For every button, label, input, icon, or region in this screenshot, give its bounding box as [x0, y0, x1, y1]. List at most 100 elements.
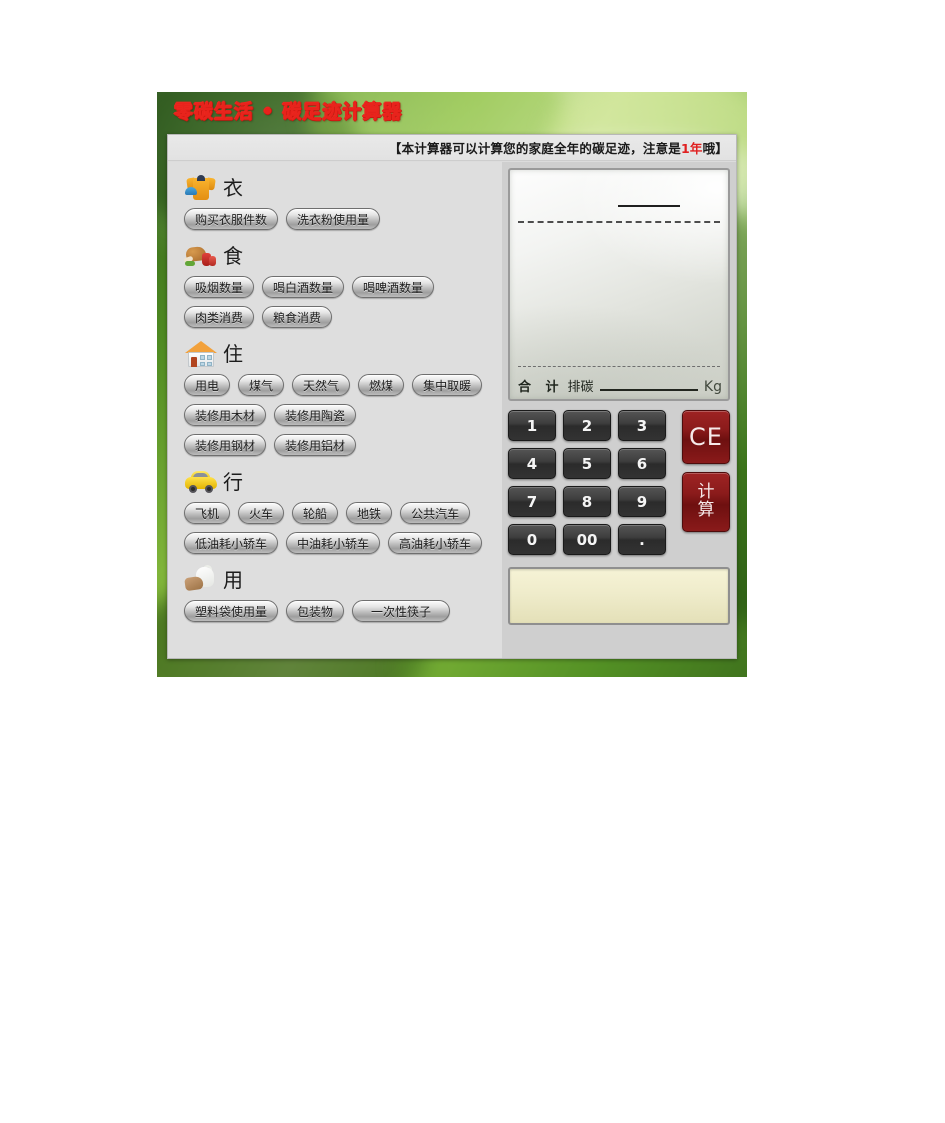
category-button[interactable]: 装修用陶瓷 [274, 404, 357, 426]
notice-prefix: 【本计算器可以计算您的家庭全年的碳足迹，注意是 [388, 141, 681, 156]
total-value [599, 378, 698, 391]
button-row: 飞机 火车 轮船 地铁 公共汽车 [184, 502, 502, 524]
section-title-usage: 用 [223, 568, 243, 592]
key-00[interactable]: 00 [563, 524, 611, 555]
content-frame: 【本计算器可以计算您的家庭全年的碳足迹，注意是1年哦】 衣购买衣服件数 洗衣粉使用… [167, 134, 737, 659]
food-icon-part [209, 256, 216, 266]
notice-suffix: 哦】 [702, 141, 728, 156]
house-icon-part [200, 362, 205, 366]
total-row: 合 计 排碳 Kg [518, 376, 722, 395]
section-title-food: 食 [223, 244, 243, 268]
category-button[interactable]: 用电 [184, 374, 231, 396]
category-panel: 衣购买衣服件数 洗衣粉使用量食吸烟数量 喝白酒数量 喝啤酒数量 肉类消费 粮食消费住用电煤… [168, 162, 502, 658]
category-button[interactable]: 包装物 [286, 600, 345, 622]
category-button[interactable]: 装修用铝材 [274, 434, 357, 456]
key-7[interactable]: 7 [508, 486, 556, 517]
page-title: 零碳生活 • 碳足迹计算器 [174, 101, 403, 123]
key-1[interactable]: 1 [508, 410, 556, 441]
category-button[interactable]: 飞机 [184, 502, 231, 524]
category-button[interactable]: 洗衣粉使用量 [286, 208, 381, 230]
button-row: 吸烟数量 喝白酒数量 喝啤酒数量 [184, 276, 502, 298]
emission-label: 排碳 [567, 380, 594, 395]
car-icon [184, 467, 218, 497]
category-button[interactable]: 燃煤 [358, 374, 405, 396]
section-housing: 住用电 煤气 天然气 燃煤 集中取暖 装修用木材 装修用陶瓷 装修用钢材 装修用铝材 [184, 336, 502, 456]
category-button[interactable]: 中油耗小轿车 [286, 532, 381, 554]
category-button[interactable]: 塑料袋使用量 [184, 600, 279, 622]
key-5[interactable]: 5 [563, 448, 611, 479]
title-bar: 零碳生活 • 碳足迹计算器 [157, 92, 747, 126]
display-divider-top [518, 221, 720, 223]
category-button[interactable]: 高油耗小轿车 [388, 532, 483, 554]
category-button[interactable]: 轮船 [292, 502, 339, 524]
key-3[interactable]: 3 [618, 410, 666, 441]
key-9[interactable]: 9 [618, 486, 666, 517]
key-.[interactable]: . [618, 524, 666, 555]
section-title-travel: 行 [223, 470, 243, 494]
category-button[interactable]: 天然气 [292, 374, 351, 396]
total-label: 合 计 [518, 380, 564, 395]
category-button[interactable]: 公共汽车 [400, 502, 471, 524]
category-button[interactable]: 地铁 [346, 502, 393, 524]
button-row: 低油耗小轿车 中油耗小轿车 高油耗小轿车 [184, 532, 502, 554]
carbon-calculator-window: 零碳生活 • 碳足迹计算器 【本计算器可以计算您的家庭全年的碳足迹，注意是1年哦… [157, 92, 747, 677]
button-row: 购买衣服件数 洗衣粉使用量 [184, 208, 502, 230]
category-button[interactable]: 装修用钢材 [184, 434, 267, 456]
house-icon-part [191, 357, 197, 367]
section-title-housing: 住 [223, 342, 243, 366]
category-button[interactable]: 装修用木材 [184, 404, 267, 426]
category-button[interactable]: 一次性筷子 [352, 600, 451, 622]
notice-highlight: 1年 [680, 141, 703, 156]
category-button[interactable]: 喝白酒数量 [262, 276, 345, 298]
section-clothing: 衣购买衣服件数 洗衣粉使用量 [184, 170, 502, 230]
section-title-clothing: 衣 [223, 176, 243, 200]
result-display: 合 计 排碳 Kg [508, 168, 730, 401]
plastic-bag-icon [184, 565, 218, 595]
section-header-food: 食 [183, 238, 502, 274]
calculate-button[interactable]: 计 算 [682, 472, 730, 532]
output-textarea[interactable] [508, 567, 730, 625]
section-header-housing: 住 [184, 336, 502, 372]
house-icon [184, 339, 218, 369]
category-button[interactable]: 喝啤酒数量 [352, 276, 435, 298]
category-button[interactable]: 购买衣服件数 [184, 208, 279, 230]
notice-text: 【本计算器可以计算您的家庭全年的碳足迹，注意是1年哦】 [389, 138, 728, 157]
food-icon-part [185, 261, 195, 266]
clear-entry-button[interactable]: CE [682, 410, 730, 464]
key-6[interactable]: 6 [618, 448, 666, 479]
category-button[interactable]: 低油耗小轿车 [184, 532, 279, 554]
car-icon-part [189, 485, 197, 493]
section-usage: 用塑料袋使用量 包装物 一次性筷子 [184, 562, 502, 622]
shirt-icon-part [185, 187, 197, 195]
shirt-icon-part [197, 175, 205, 181]
calculator-panel: 合 计 排碳 Kg CE 计 算 1 2 3 4 5 6 7 8 9 0 00. [502, 162, 736, 658]
key-8[interactable]: 8 [563, 486, 611, 517]
button-row: 装修用钢材 装修用铝材 [184, 434, 502, 456]
category-button[interactable]: 粮食消费 [262, 306, 333, 328]
key-4[interactable]: 4 [508, 448, 556, 479]
button-row: 装修用木材 装修用陶瓷 [184, 404, 502, 426]
category-button[interactable]: 火车 [238, 502, 285, 524]
section-header-usage: 用 [184, 562, 502, 598]
key-2[interactable]: 2 [563, 410, 611, 441]
section-header-travel: 行 [184, 464, 502, 500]
entry-value-underline [618, 205, 680, 207]
button-row: 用电 煤气 天然气 燃煤 集中取暖 [184, 374, 502, 396]
house-icon-part [207, 362, 212, 366]
house-icon-part [200, 355, 205, 360]
notice-bar: 【本计算器可以计算您的家庭全年的碳足迹，注意是1年哦】 [168, 135, 736, 161]
food-icon [183, 241, 218, 271]
calculate-label-line2: 算 [697, 500, 715, 520]
category-button[interactable]: 吸烟数量 [184, 276, 255, 298]
category-button[interactable]: 肉类消费 [184, 306, 255, 328]
key-0[interactable]: 0 [508, 524, 556, 555]
car-icon-part [205, 485, 213, 493]
section-food: 食吸烟数量 喝白酒数量 喝啤酒数量 肉类消费 粮食消费 [183, 238, 502, 328]
section-header-clothing: 衣 [184, 170, 502, 206]
house-icon-part [207, 355, 212, 360]
category-button[interactable]: 煤气 [238, 374, 285, 396]
button-row: 肉类消费 粮食消费 [184, 306, 502, 328]
category-button[interactable]: 集中取暖 [412, 374, 483, 396]
display-divider-bottom [518, 366, 720, 367]
section-travel: 行飞机 火车 轮船 地铁 公共汽车 低油耗小轿车 中油耗小轿车 高油耗小轿车 [184, 464, 502, 554]
